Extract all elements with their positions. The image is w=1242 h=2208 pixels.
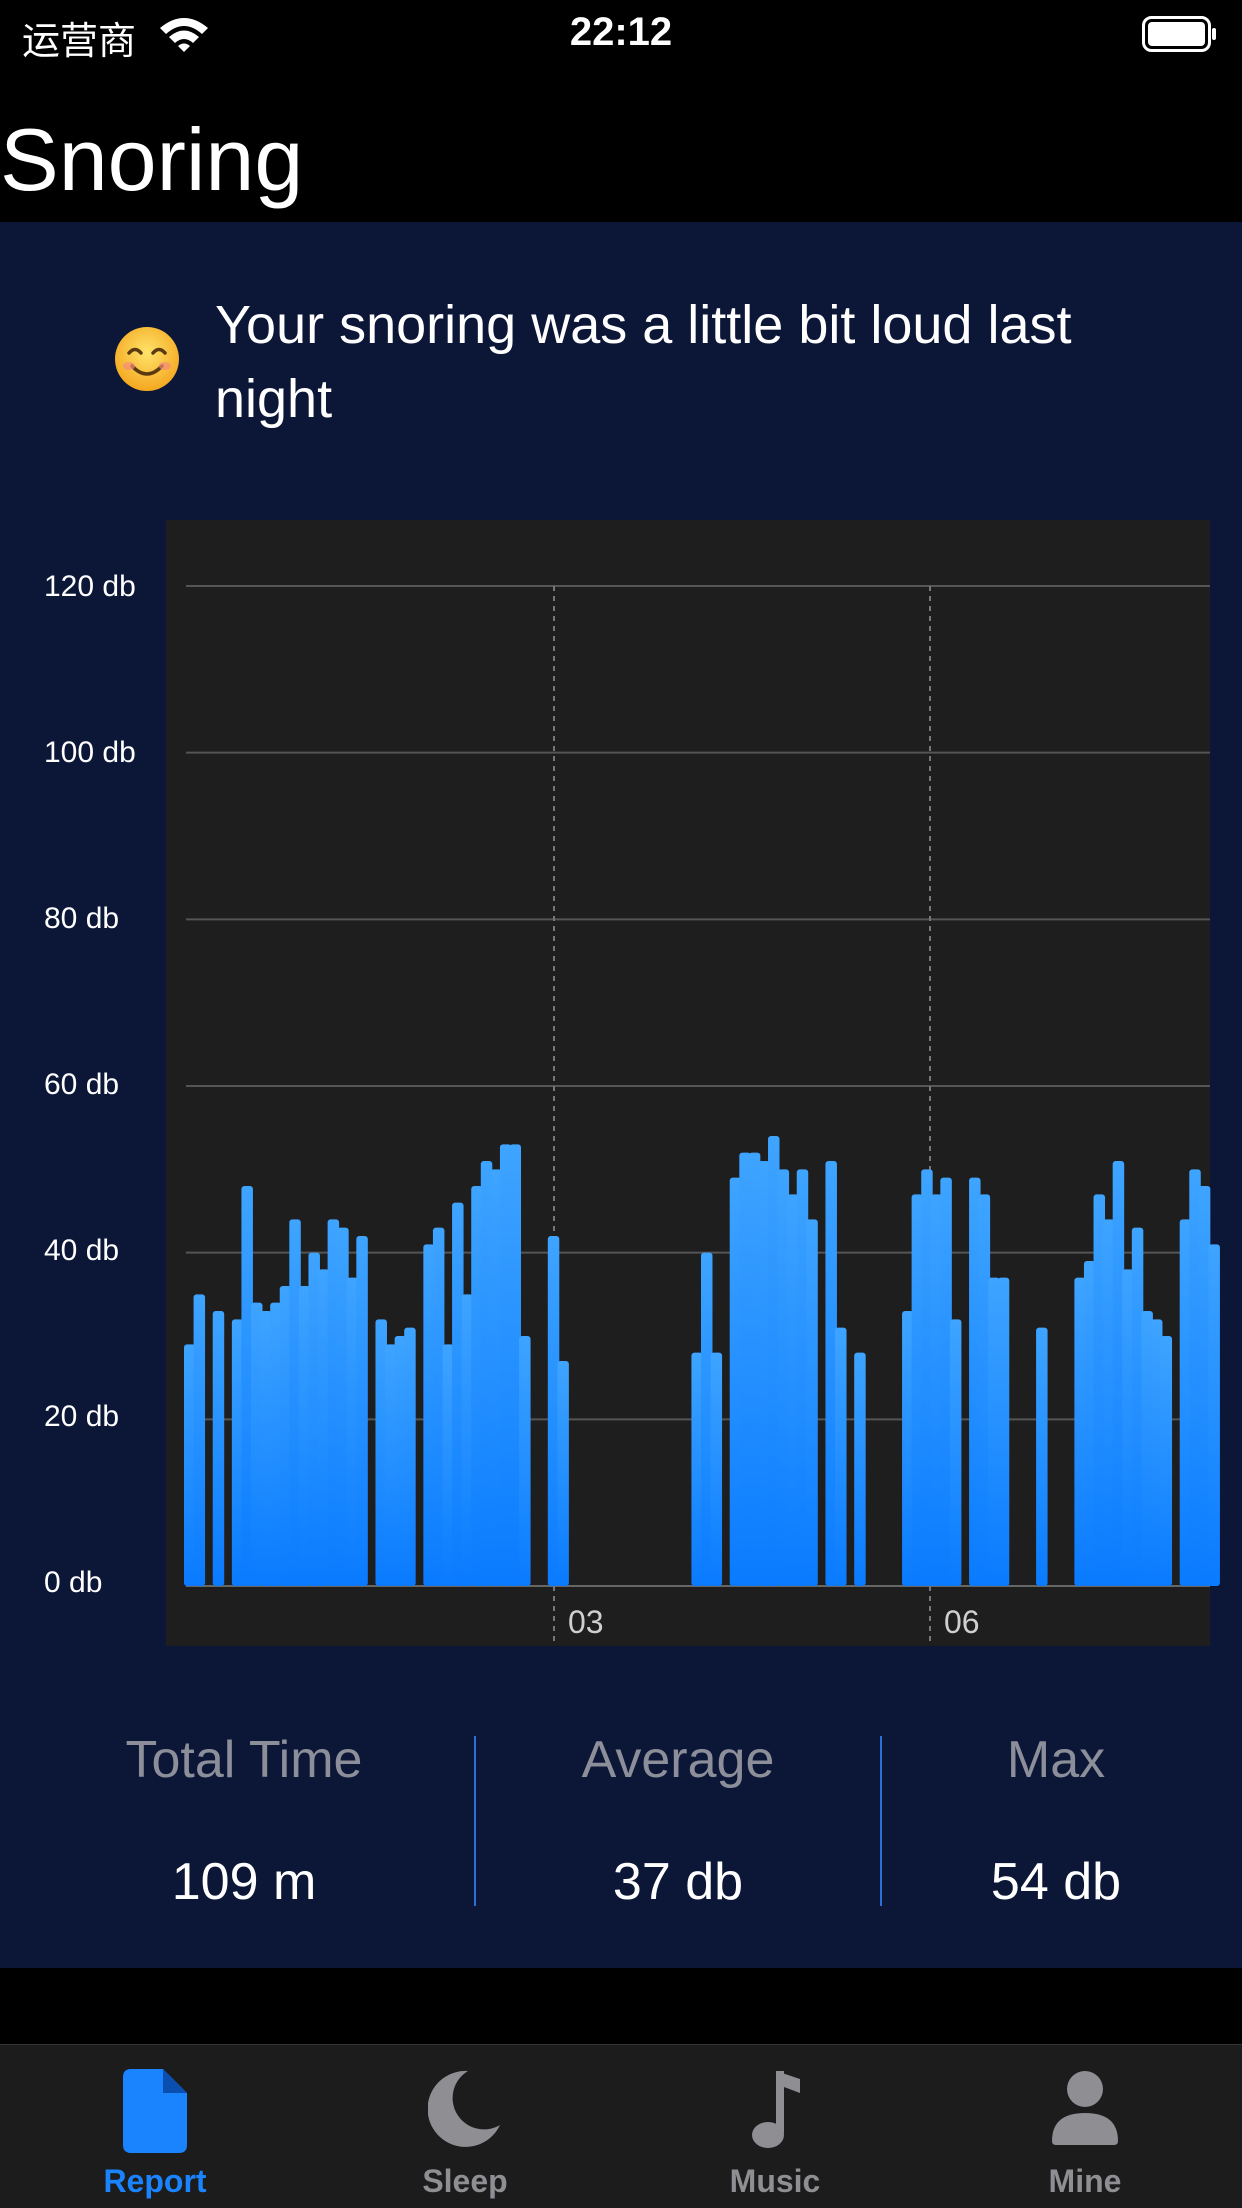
stat-label: Average: [581, 1731, 775, 1789]
tab-label: Report: [103, 2163, 207, 2199]
snore-bar: [806, 1219, 818, 1586]
snore-bar: [557, 1361, 569, 1586]
tab-bar: Report Sleep Music Mine: [0, 2044, 1242, 2208]
snore-bar: [854, 1352, 866, 1586]
stat-average: Average 37 db: [478, 1730, 878, 1912]
tab-mine[interactable]: Mine: [930, 2045, 1240, 2208]
status-time: 22:12: [569, 10, 673, 54]
y-tick-label: 0 db: [44, 1566, 103, 1599]
battery-icon: [1142, 16, 1216, 52]
tab-label: Music: [729, 2163, 821, 2199]
y-tick-label: 120 db: [44, 570, 136, 603]
stat-total-time: Total Time 109 m: [44, 1730, 444, 1912]
stat-divider: [880, 1736, 882, 1906]
snore-bar: [949, 1319, 962, 1586]
music-note-icon: [752, 2071, 800, 2148]
stat-max: Max 54 db: [884, 1730, 1228, 1912]
snore-bar: [356, 1236, 368, 1586]
snore-bar: [1036, 1327, 1048, 1586]
moon-icon: [428, 2070, 500, 2147]
snore-bar: [997, 1277, 1010, 1586]
snore-bar: [404, 1327, 416, 1586]
y-tick-label: 20 db: [44, 1400, 120, 1433]
snore-bar: [212, 1311, 225, 1586]
page-title: Snoring: [0, 110, 304, 209]
person-icon: [1052, 2071, 1118, 2145]
snore-bar: [1160, 1336, 1173, 1586]
x-tick-label: 06: [944, 1604, 980, 1640]
smiling-face-icon: [115, 327, 179, 391]
stat-label: Max: [1006, 1731, 1106, 1789]
snore-bar: [710, 1352, 723, 1586]
snore-bar: [193, 1294, 206, 1586]
y-tick-label: 80 db: [44, 902, 120, 935]
snoring-summary-message: Your snoring was a little bit loud last …: [215, 295, 1072, 429]
snore-bar: [1208, 1244, 1220, 1586]
tab-sleep[interactable]: Sleep: [310, 2045, 620, 2208]
snoring-stats: Total Time 109 m Average 37 db Max 54 db: [0, 1730, 1242, 1912]
snore-bar: [835, 1327, 847, 1586]
document-icon: [123, 2069, 187, 2153]
stat-value: 37 db: [612, 1853, 744, 1911]
stat-value: 54 db: [990, 1853, 1122, 1911]
snore-bar: [519, 1336, 531, 1586]
tab-music[interactable]: Music: [620, 2045, 930, 2208]
snoring-chart: 120 db 100 db 80 db 60 db 40 db 20 db 0 …: [0, 520, 1242, 1650]
y-tick-label: 40 db: [44, 1234, 120, 1267]
y-tick-label: 100 db: [44, 736, 136, 769]
y-tick-label: 60 db: [44, 1068, 120, 1101]
tab-label: Sleep: [422, 2163, 508, 2199]
tab-label: Mine: [1048, 2163, 1122, 2199]
tab-report[interactable]: Report: [0, 2045, 310, 2208]
stat-value: 109 m: [171, 1853, 317, 1911]
x-tick-label: 03: [568, 1604, 604, 1640]
status-bar: 运营商 22:12: [0, 0, 1242, 70]
stat-label: Total Time: [125, 1731, 363, 1789]
chart-svg: [184, 585, 1220, 1642]
stat-divider: [474, 1736, 476, 1906]
